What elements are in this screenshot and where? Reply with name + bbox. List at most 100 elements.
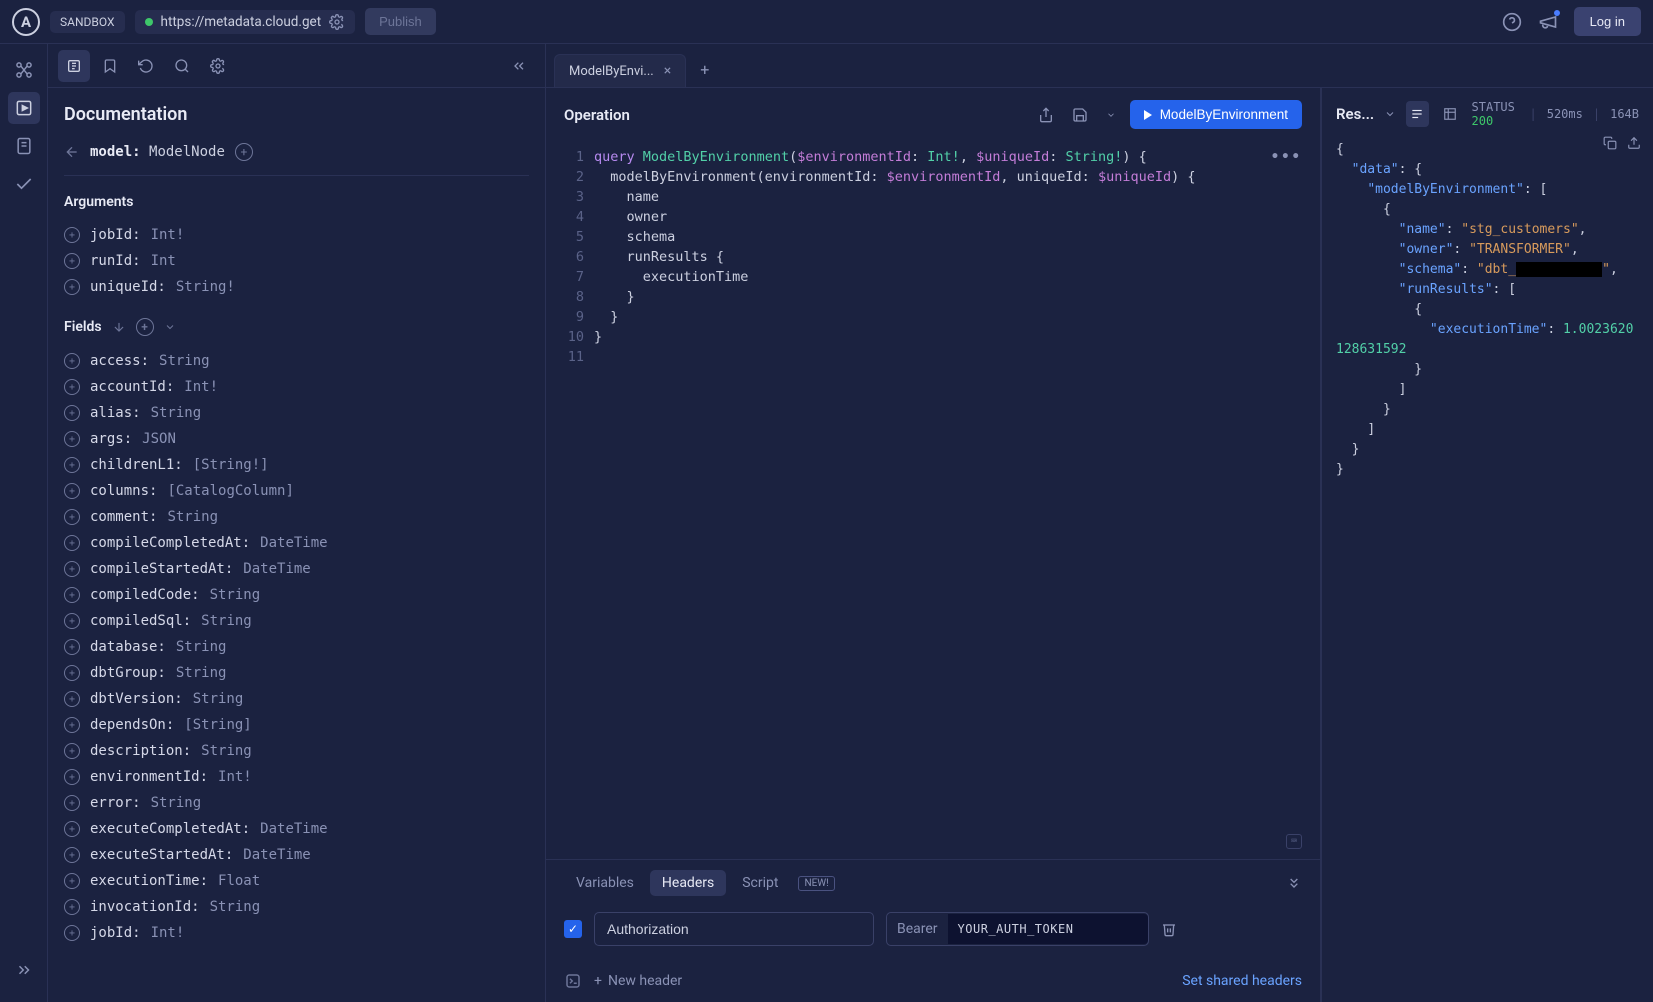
expand-rail-icon[interactable] [8, 954, 40, 986]
field-item[interactable]: +invocationId: String [64, 894, 529, 920]
field-item[interactable]: +executeCompletedAt: DateTime [64, 816, 529, 842]
add-field-icon[interactable]: + [64, 483, 80, 499]
code-content[interactable]: query ModelByEnvironment($environmentId:… [594, 141, 1320, 859]
keyboard-icon[interactable]: ⌨ [1286, 834, 1302, 849]
publish-button[interactable]: Publish [365, 8, 436, 35]
field-item[interactable]: +compiledSql: String [64, 608, 529, 634]
back-arrow-icon[interactable] [64, 144, 80, 160]
add-field-icon[interactable]: + [64, 227, 80, 243]
field-item[interactable]: +childrenL1: [String!] [64, 452, 529, 478]
add-field-icon[interactable]: + [64, 431, 80, 447]
gear-icon[interactable] [329, 14, 345, 30]
operation-tab[interactable]: ModelByEnvi... × [554, 54, 686, 87]
field-item[interactable]: +environmentId: Int! [64, 764, 529, 790]
field-item[interactable]: +database: String [64, 634, 529, 660]
add-field-icon[interactable]: + [64, 405, 80, 421]
argument-item[interactable]: +jobId: Int! [64, 222, 529, 248]
field-item[interactable]: +jobId: Int! [64, 920, 529, 946]
add-field-icon[interactable]: + [64, 821, 80, 837]
add-field-icon[interactable]: + [64, 535, 80, 551]
script-tab[interactable]: Script [730, 870, 790, 896]
checks-icon[interactable] [8, 168, 40, 200]
add-type-icon[interactable]: + [235, 143, 253, 161]
response-table-view-icon[interactable] [1439, 101, 1462, 127]
editor-menu-icon[interactable]: ••• [1271, 149, 1302, 165]
add-field-icon[interactable]: + [64, 561, 80, 577]
field-item[interactable]: +executionTime: Float [64, 868, 529, 894]
collapse-bottom-icon[interactable] [1286, 875, 1302, 891]
dropdown-caret-icon[interactable] [1102, 106, 1120, 124]
field-item[interactable]: +comment: String [64, 504, 529, 530]
add-field-icon[interactable]: + [64, 509, 80, 525]
add-field-icon[interactable]: + [64, 795, 80, 811]
add-field-icon[interactable]: + [64, 613, 80, 629]
field-item[interactable]: +access: String [64, 348, 529, 374]
bookmark-tool-icon[interactable] [94, 50, 126, 82]
bearer-token[interactable]: YOUR_AUTH_TOKEN [948, 914, 1148, 944]
copy-response-icon[interactable] [1603, 136, 1617, 150]
add-field-icon[interactable]: + [64, 769, 80, 785]
field-item[interactable]: +dependsOn: [String] [64, 712, 529, 738]
add-all-fields-icon[interactable]: + [136, 318, 154, 336]
login-button[interactable]: Log in [1574, 7, 1641, 36]
chevron-down-icon[interactable] [164, 321, 176, 333]
docs-icon[interactable] [8, 130, 40, 162]
header-key-input[interactable] [594, 912, 874, 946]
headers-tab[interactable]: Headers [650, 870, 726, 896]
download-response-icon[interactable] [1627, 136, 1641, 150]
share-icon[interactable] [1034, 103, 1058, 127]
add-field-icon[interactable]: + [64, 899, 80, 915]
add-field-icon[interactable]: + [64, 743, 80, 759]
add-field-icon[interactable]: + [64, 873, 80, 889]
settings-tool-icon[interactable] [202, 50, 234, 82]
run-operation-button[interactable]: ModelByEnvironment [1130, 100, 1302, 129]
add-field-icon[interactable]: + [64, 353, 80, 369]
add-field-icon[interactable]: + [64, 639, 80, 655]
add-field-icon[interactable]: + [64, 253, 80, 269]
add-field-icon[interactable]: + [64, 379, 80, 395]
history-tool-icon[interactable] [130, 50, 162, 82]
add-field-icon[interactable]: + [64, 925, 80, 941]
variables-tab[interactable]: Variables [564, 870, 646, 896]
field-item[interactable]: +compileStartedAt: DateTime [64, 556, 529, 582]
argument-item[interactable]: +runId: Int [64, 248, 529, 274]
field-item[interactable]: +compiledCode: String [64, 582, 529, 608]
add-field-icon[interactable]: + [64, 691, 80, 707]
delete-header-icon[interactable] [1161, 921, 1177, 937]
add-field-icon[interactable]: + [64, 717, 80, 733]
collapse-docs-icon[interactable] [503, 50, 535, 82]
schema-icon[interactable] [8, 54, 40, 86]
field-item[interactable]: +alias: String [64, 400, 529, 426]
field-item[interactable]: +accountId: Int! [64, 374, 529, 400]
announcement-icon[interactable] [1538, 12, 1558, 32]
header-enabled-checkbox[interactable]: ✓ [564, 920, 582, 938]
add-field-icon[interactable]: + [64, 587, 80, 603]
add-field-icon[interactable]: + [64, 457, 80, 473]
add-field-icon[interactable]: + [64, 665, 80, 681]
sort-icon[interactable] [112, 320, 126, 334]
field-item[interactable]: +columns: [CatalogColumn] [64, 478, 529, 504]
field-item[interactable]: +description: String [64, 738, 529, 764]
explorer-icon[interactable] [8, 92, 40, 124]
response-body[interactable]: { "data": { "modelByEnvironment": [ { "n… [1322, 140, 1653, 1002]
breadcrumb-type[interactable]: ModelNode [149, 144, 225, 160]
search-tool-icon[interactable] [166, 50, 198, 82]
field-item[interactable]: +dbtGroup: String [64, 660, 529, 686]
add-field-icon[interactable]: + [64, 847, 80, 863]
url-pill[interactable]: https://metadata.cloud.get [135, 10, 356, 34]
response-json-view-icon[interactable] [1406, 101, 1429, 127]
field-item[interactable]: +compileCompletedAt: DateTime [64, 530, 529, 556]
env-var-icon[interactable] [564, 972, 582, 990]
argument-item[interactable]: +uniqueId: String! [64, 274, 529, 300]
field-item[interactable]: +executeStartedAt: DateTime [64, 842, 529, 868]
save-collection-icon[interactable] [1068, 103, 1092, 127]
shared-headers-link[interactable]: Set shared headers [1182, 973, 1302, 989]
close-tab-icon[interactable]: × [664, 63, 671, 79]
field-item[interactable]: +dbtVersion: String [64, 686, 529, 712]
field-item[interactable]: +args: JSON [64, 426, 529, 452]
response-expand-icon[interactable] [1384, 108, 1396, 120]
reference-tool-icon[interactable] [58, 50, 90, 82]
sandbox-pill[interactable]: SANDBOX [50, 11, 125, 33]
query-editor[interactable]: 1234567891011 query ModelByEnvironment($… [546, 141, 1320, 859]
new-header-button[interactable]: + New header [594, 973, 682, 989]
